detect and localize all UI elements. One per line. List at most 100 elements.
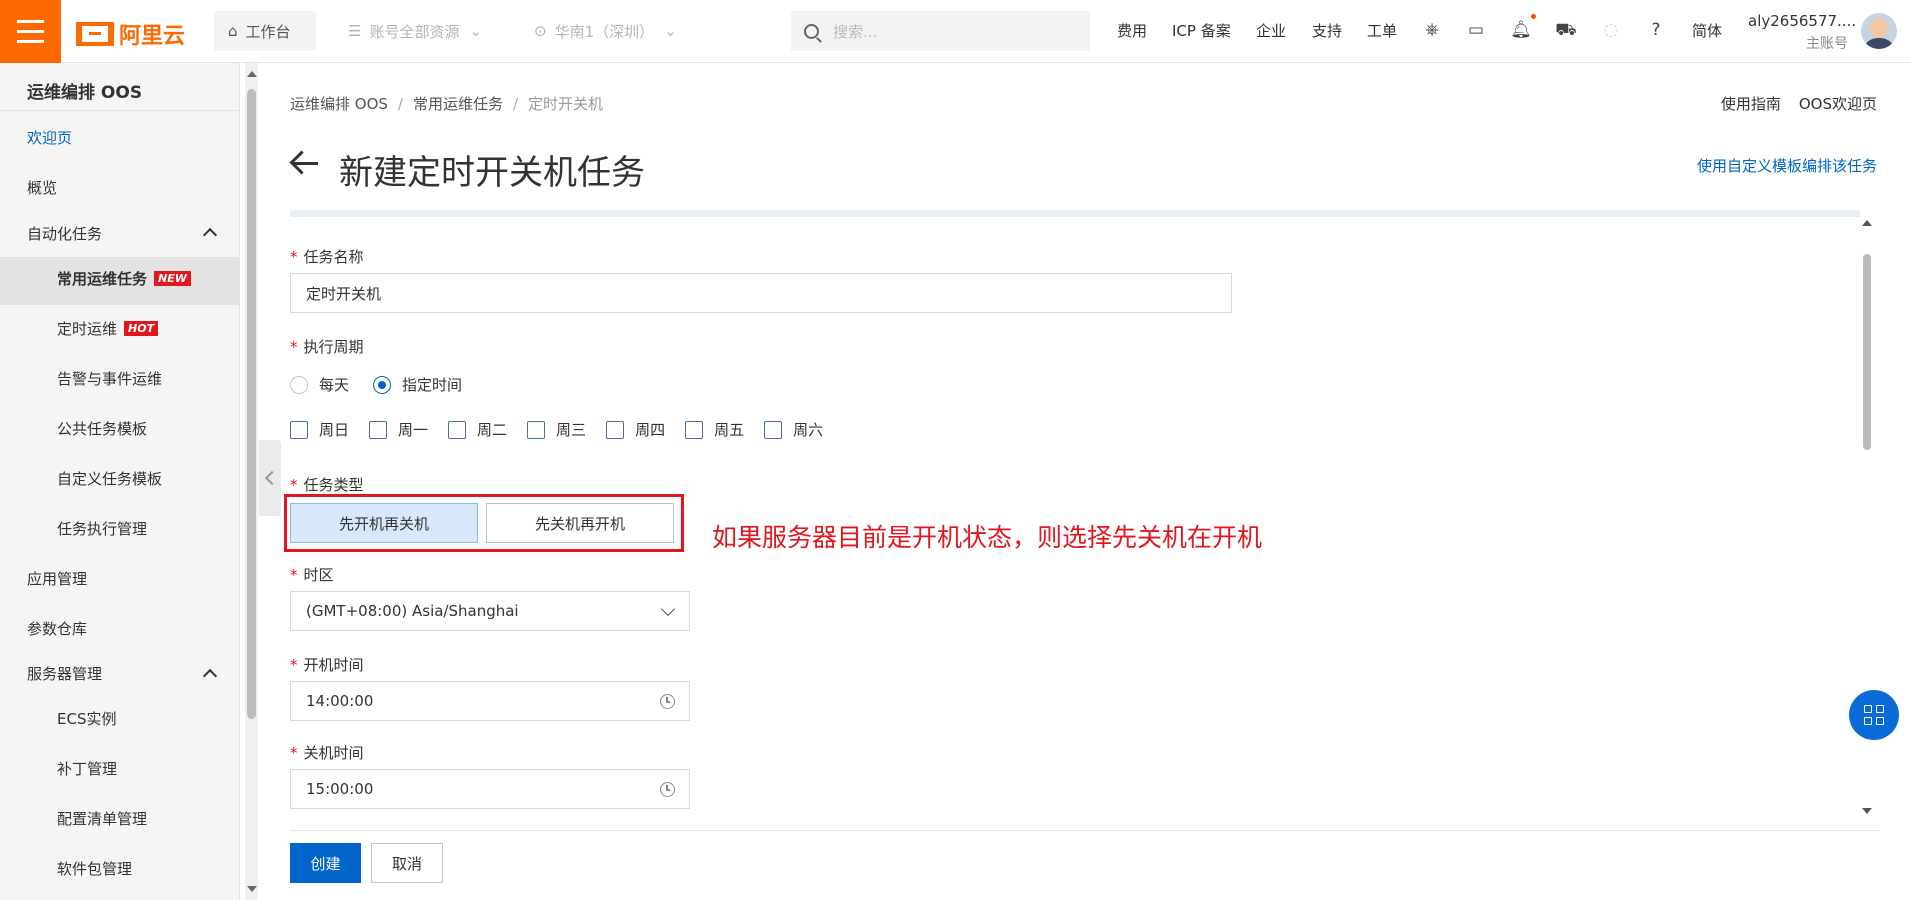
terminal-icon[interactable]: ▭	[1465, 19, 1487, 41]
sidebar-item-patch[interactable]: 补丁管理	[57, 758, 117, 779]
radio-daily-label[interactable]: 每天	[319, 374, 349, 395]
sidebar-item-automation[interactable]: 自动化任务	[27, 223, 102, 244]
custom-template-link[interactable]: 使用自定义模板编排该任务	[1697, 155, 1877, 176]
region-selector[interactable]: ⊙ 华南1（深圳） ⌄	[520, 11, 691, 51]
sidebar-item-custom-templates[interactable]: 自定义任务模板	[57, 468, 162, 489]
home-icon: ⌂	[228, 22, 238, 40]
sidebar-item-packages[interactable]: 软件包管理	[57, 858, 132, 879]
timezone-select[interactable]: (GMT+08:00) Asia/Shanghai	[290, 591, 690, 631]
checkbox-monday-label[interactable]: 周一	[398, 419, 428, 440]
scroll-down-icon[interactable]	[247, 886, 257, 892]
help-icon[interactable]: ?	[1645, 19, 1667, 41]
page-title: 新建定时开关机任务	[339, 153, 645, 193]
task-name-label-text: 任务名称	[303, 248, 364, 266]
bell-icon[interactable]: 🔔︎	[1510, 19, 1532, 41]
radio-specific-time[interactable]	[373, 375, 392, 394]
task-name-label: * 任务名称	[290, 246, 364, 267]
checkbox-saturday[interactable]	[764, 420, 783, 439]
sidebar-item-ecs[interactable]: ECS实例	[57, 708, 116, 729]
hot-badge: HOT	[124, 321, 159, 336]
checkbox-wednesday[interactable]	[527, 420, 546, 439]
sidebar-item-scheduled[interactable]: 定时运维 HOT	[57, 318, 159, 339]
grid-cell-icon	[1864, 705, 1872, 713]
radio-specific-time-label[interactable]: 指定时间	[402, 374, 462, 395]
task-name-value: 定时开关机	[306, 284, 382, 303]
chevron-up-icon[interactable]	[202, 668, 218, 684]
aliyun-logo[interactable]: 阿里云	[76, 18, 185, 50]
stop-time-label: * 关机时间	[290, 742, 364, 763]
menu-icon[interactable]	[0, 0, 61, 63]
checkbox-thursday[interactable]	[606, 420, 625, 439]
nav-icp[interactable]: ICP 备案	[1172, 20, 1231, 41]
location-icon: ⊙	[534, 22, 547, 40]
checkbox-tuesday-label[interactable]: 周二	[477, 419, 507, 440]
sidebar-scrollbar[interactable]	[245, 63, 258, 900]
workbench-label: 工作台	[245, 22, 291, 41]
nav-support[interactable]: 支持	[1312, 20, 1342, 41]
sidebar-item-parameters[interactable]: 参数仓库	[27, 618, 87, 639]
lightbulb-icon[interactable]: ◌	[1600, 19, 1622, 41]
checkbox-friday-label[interactable]: 周五	[714, 419, 744, 440]
resource-label: 账号全部资源	[369, 22, 460, 41]
scroll-thumb[interactable]	[247, 89, 256, 719]
checkbox-sunday[interactable]	[290, 420, 308, 439]
nav-cost[interactable]: 费用	[1117, 20, 1147, 41]
search-box[interactable]: 搜索...	[791, 11, 1090, 51]
resource-selector[interactable]: ☰ 账号全部资源 ⌄	[334, 11, 496, 51]
sidebar-item-alarm-ops[interactable]: 告警与事件运维	[57, 368, 162, 389]
checkbox-sunday-label[interactable]: 周日	[319, 419, 349, 440]
option-stop-then-start[interactable]: 先关机再开机	[486, 503, 674, 543]
apps-grid-button[interactable]	[1849, 690, 1899, 740]
avatar[interactable]	[1861, 13, 1897, 49]
checkbox-wednesday-label[interactable]: 周三	[556, 419, 586, 440]
nav-enterprise[interactable]: 企业	[1256, 20, 1286, 41]
chevron-down-icon	[660, 601, 676, 617]
task-name-input[interactable]: 定时开关机	[290, 273, 1232, 313]
checkbox-saturday-label[interactable]: 周六	[793, 419, 823, 440]
scroll-up-icon[interactable]	[1862, 220, 1872, 226]
stop-time-picker[interactable]: 15:00:00	[290, 769, 690, 809]
required-mark: *	[290, 248, 298, 266]
chevron-down-icon: ⌄	[664, 22, 677, 40]
checkbox-tuesday[interactable]	[448, 420, 467, 439]
radio-daily[interactable]	[290, 375, 308, 394]
search-placeholder: 搜索...	[833, 22, 878, 41]
scroll-down-icon[interactable]	[1862, 808, 1872, 814]
guide-link[interactable]: 使用指南	[1721, 95, 1781, 113]
sidebar-item-executions[interactable]: 任务执行管理	[57, 518, 147, 539]
sidebar-item-overview[interactable]: 概览	[27, 177, 57, 198]
breadcrumb-common-tasks[interactable]: 常用运维任务	[413, 95, 503, 113]
clock-icon	[660, 782, 675, 797]
sidebar-item-apps[interactable]: 应用管理	[27, 568, 87, 589]
breadcrumb-oos[interactable]: 运维编排 OOS	[290, 95, 388, 113]
collapse-sidebar-button[interactable]	[259, 440, 281, 516]
account-name: aly2656577....	[1748, 12, 1857, 30]
sidebar-title: 运维编排 OOS	[27, 83, 143, 103]
checkbox-friday[interactable]	[685, 420, 704, 439]
back-arrow-icon[interactable]	[290, 148, 320, 178]
scroll-thumb[interactable]	[1863, 254, 1871, 450]
sidebar-divider	[0, 110, 240, 111]
option-start-then-stop[interactable]: 先开机再关机	[290, 503, 478, 543]
ai-icon[interactable]: ⎈	[1421, 19, 1443, 41]
language-switch[interactable]: 简体	[1692, 20, 1722, 41]
scroll-up-icon[interactable]	[247, 71, 257, 77]
checkbox-monday[interactable]	[369, 420, 388, 439]
workbench-button[interactable]: ⌂ 工作台	[214, 11, 316, 51]
cancel-button[interactable]: 取消	[371, 843, 443, 883]
sidebar-item-inventory[interactable]: 配置清单管理	[57, 808, 147, 829]
checkbox-thursday-label[interactable]: 周四	[635, 419, 665, 440]
period-radio-group: 每天 指定时间	[290, 374, 462, 395]
nav-ticket[interactable]: 工单	[1367, 20, 1397, 41]
account-menu[interactable]: aly2656577.... 主账号	[1748, 12, 1857, 53]
sidebar-item-server-mgmt[interactable]: 服务器管理	[27, 663, 102, 684]
chevron-up-icon[interactable]	[202, 227, 218, 243]
start-time-picker[interactable]: 14:00:00	[290, 681, 690, 721]
sidebar-item-public-templates[interactable]: 公共任务模板	[57, 418, 147, 439]
logo-mark-icon	[76, 22, 114, 46]
cart-icon[interactable]: ⛟	[1555, 19, 1577, 41]
oos-welcome-link[interactable]: OOS欢迎页	[1799, 95, 1877, 113]
sidebar-item-common-tasks[interactable]: 常用运维任务 NEW	[57, 268, 191, 289]
sidebar-item-welcome[interactable]: 欢迎页	[27, 127, 72, 148]
create-button[interactable]: 创建	[290, 843, 361, 883]
